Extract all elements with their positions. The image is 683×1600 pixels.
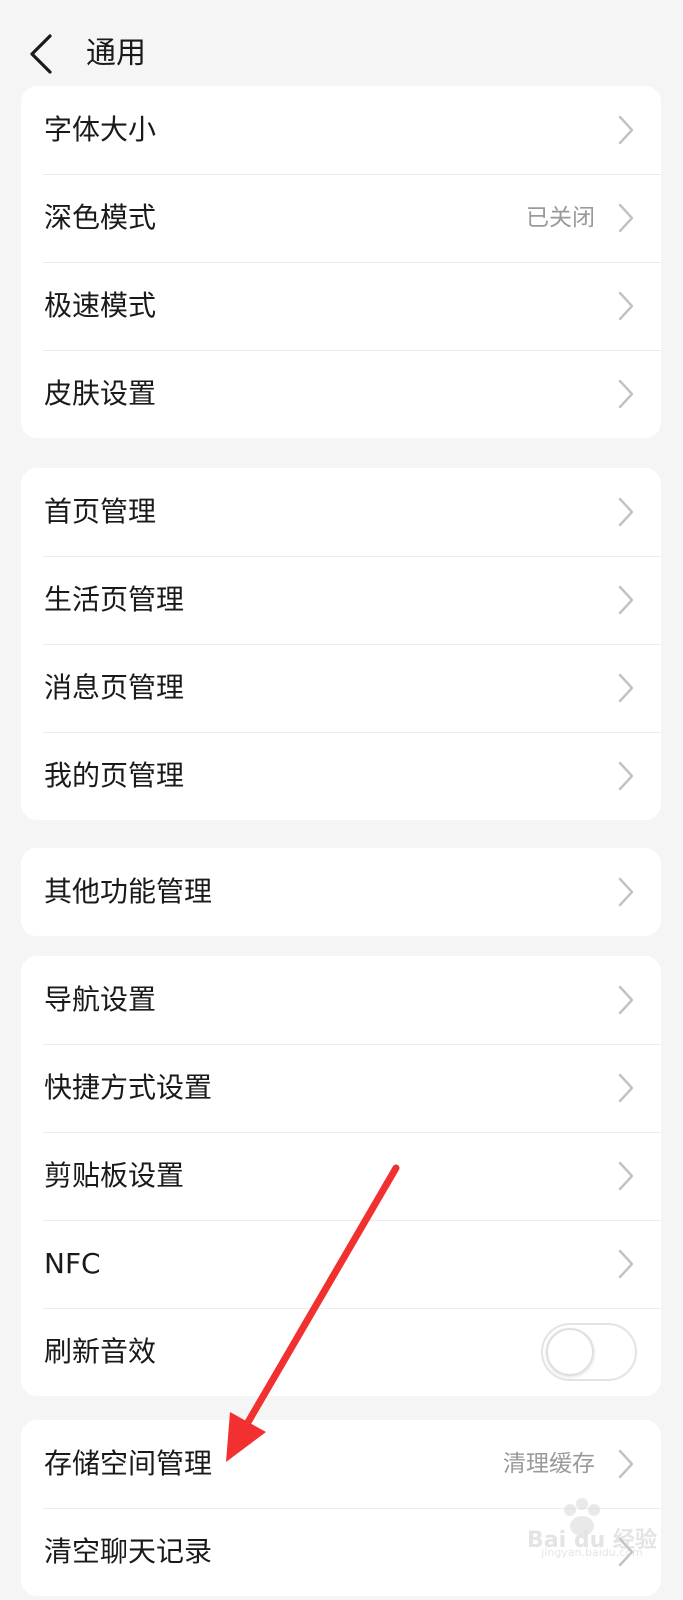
row-label: 皮肤设置 xyxy=(44,377,157,410)
settings-row-clipboard[interactable]: 剪贴板设置 xyxy=(21,1132,661,1220)
chevron-right-icon xyxy=(617,1072,635,1104)
row-label: 生活页管理 xyxy=(44,583,185,616)
row-label: NFC xyxy=(44,1247,101,1280)
chevron-right-icon xyxy=(617,876,635,908)
chevron-right-icon xyxy=(617,672,635,704)
settings-row-dark-mode[interactable]: 深色模式 已关闭 xyxy=(21,174,661,262)
settings-group-other: 其他功能管理 xyxy=(21,848,661,936)
settings-row-refresh-sound: 刷新音效 xyxy=(21,1308,661,1396)
row-label: 其他功能管理 xyxy=(44,875,213,908)
settings-row-skin[interactable]: 皮肤设置 xyxy=(21,350,661,438)
settings-row-other-functions[interactable]: 其他功能管理 xyxy=(21,848,661,936)
row-label: 清空聊天记录 xyxy=(44,1535,213,1568)
settings-row-shortcuts[interactable]: 快捷方式设置 xyxy=(21,1044,661,1132)
row-label: 刷新音效 xyxy=(44,1335,157,1368)
settings-row-speed-mode[interactable]: 极速模式 xyxy=(21,262,661,350)
back-button[interactable] xyxy=(22,32,66,76)
row-label: 深色模式 xyxy=(44,201,157,234)
chevron-right-icon xyxy=(617,760,635,792)
row-label: 极速模式 xyxy=(44,289,157,322)
row-label: 快捷方式设置 xyxy=(44,1071,213,1104)
watermark-url: jingyan.baidu.com xyxy=(541,1546,643,1559)
chevron-right-icon xyxy=(617,114,635,146)
row-label: 导航设置 xyxy=(44,983,157,1016)
row-label: 首页管理 xyxy=(44,495,157,528)
settings-group-tools: 导航设置 快捷方式设置 剪贴板设置 NFC 刷新音效 xyxy=(21,956,661,1396)
row-label: 字体大小 xyxy=(44,113,157,146)
chevron-right-icon xyxy=(617,290,635,322)
settings-group-display: 字体大小 深色模式 已关闭 极速模式 皮肤设置 xyxy=(21,86,661,438)
toggle-knob xyxy=(546,1328,594,1376)
chevron-right-icon xyxy=(617,202,635,234)
row-label: 存储空间管理 xyxy=(44,1447,213,1480)
chevron-right-icon xyxy=(617,378,635,410)
settings-row-my-page[interactable]: 我的页管理 xyxy=(21,732,661,820)
chevron-right-icon xyxy=(617,584,635,616)
row-label: 消息页管理 xyxy=(44,671,185,704)
settings-row-nfc[interactable]: NFC xyxy=(21,1220,661,1308)
refresh-sound-toggle[interactable] xyxy=(541,1323,637,1381)
settings-row-home-page[interactable]: 首页管理 xyxy=(21,468,661,556)
watermark: Bai du 经验 jingyan.baidu.com xyxy=(512,1490,672,1560)
chevron-right-icon xyxy=(617,984,635,1016)
settings-row-message-page[interactable]: 消息页管理 xyxy=(21,644,661,732)
settings-group-pages: 首页管理 生活页管理 消息页管理 我的页管理 xyxy=(21,468,661,820)
settings-row-navigation[interactable]: 导航设置 xyxy=(21,956,661,1044)
chevron-right-icon xyxy=(617,496,635,528)
back-chevron-icon xyxy=(30,34,52,74)
settings-row-life-page[interactable]: 生活页管理 xyxy=(21,556,661,644)
row-label: 我的页管理 xyxy=(44,759,185,792)
row-value: 已关闭 xyxy=(526,205,595,231)
settings-row-font-size[interactable]: 字体大小 xyxy=(21,86,661,174)
top-bar: 通用 xyxy=(0,0,683,100)
chevron-right-icon xyxy=(617,1248,635,1280)
chevron-right-icon xyxy=(617,1448,635,1480)
row-label: 剪贴板设置 xyxy=(44,1159,185,1192)
page-title: 通用 xyxy=(86,36,146,71)
chevron-right-icon xyxy=(617,1160,635,1192)
